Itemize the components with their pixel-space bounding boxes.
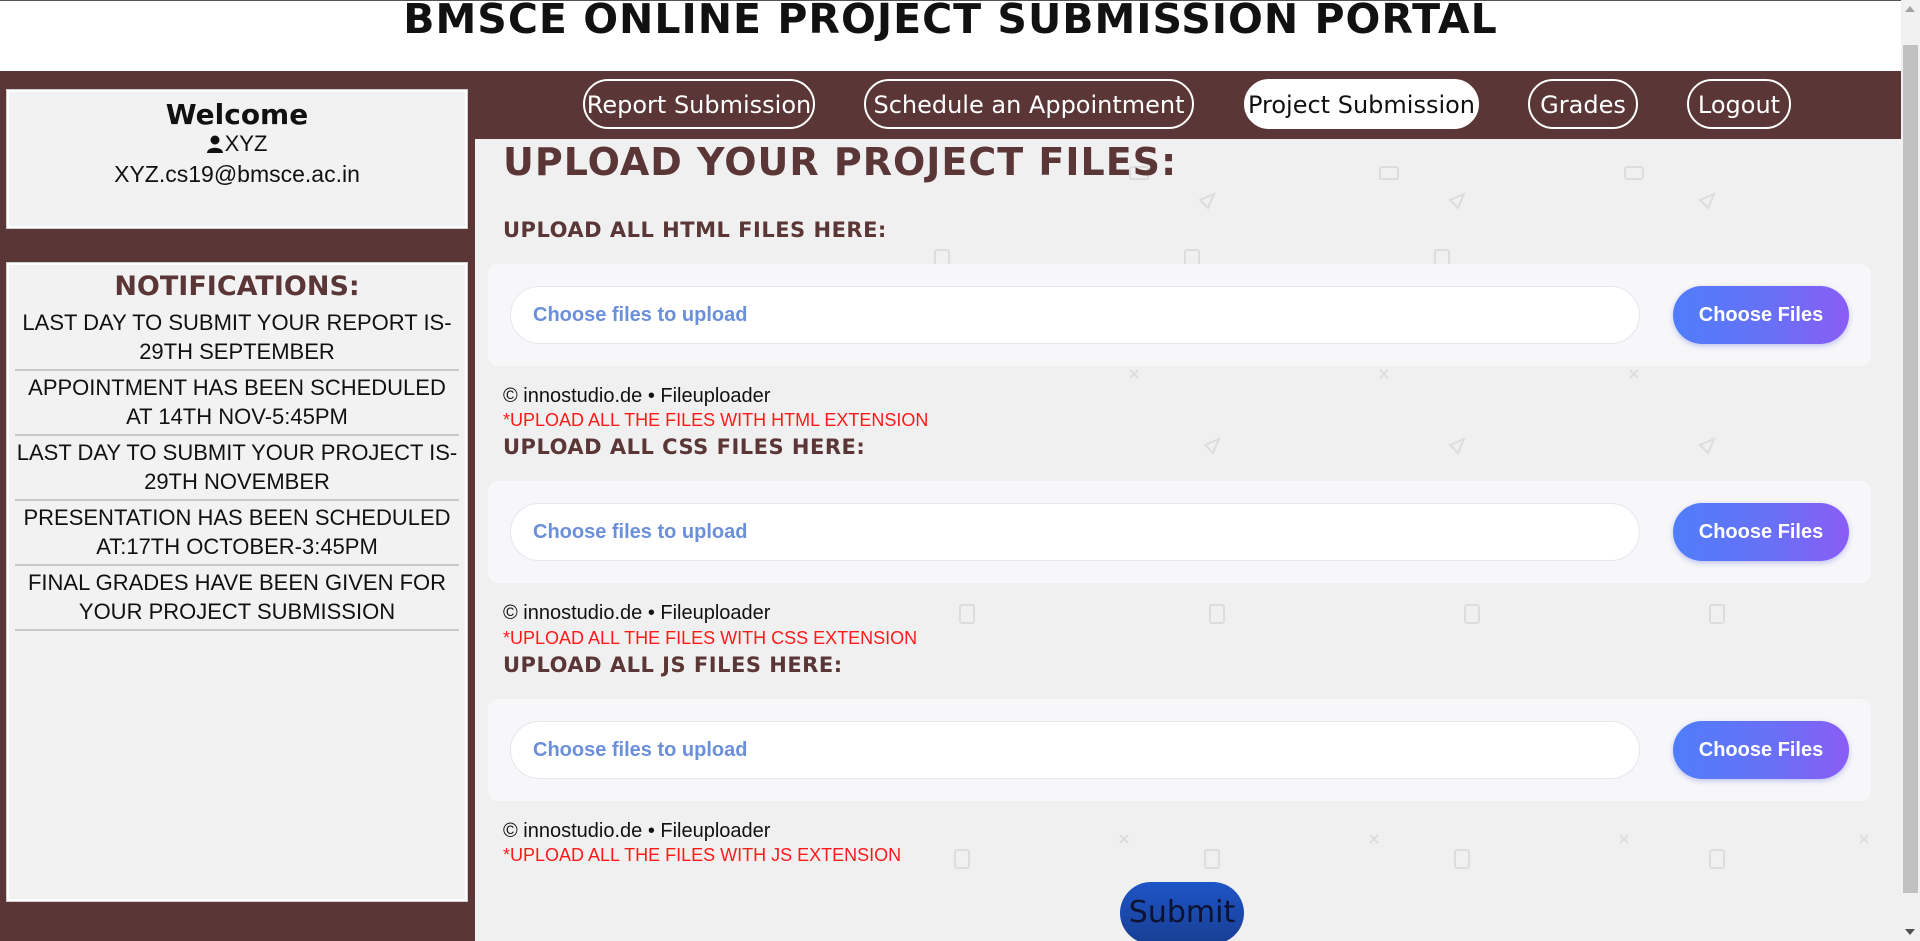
nav-report-submission[interactable]: Report Submission <box>583 79 815 129</box>
html-uploader-credit: © innostudio.de • Fileuploader <box>503 385 771 407</box>
html-uploader: Choose files to upload Choose Files <box>488 264 1871 366</box>
css-uploader-credit: © innostudio.de • Fileuploader <box>503 602 771 624</box>
user-icon <box>206 133 223 159</box>
nav-schedule-appointment[interactable]: Schedule an Appointment <box>864 79 1194 129</box>
js-uploader: Choose files to upload Choose Files <box>488 699 1871 801</box>
scroll-up-arrow-icon[interactable] <box>1905 6 1915 12</box>
welcome-panel: Welcome XYZ XYZ.cs19@bmsce.ac.in <box>6 89 468 229</box>
page: BMSCE ONLINE PROJECT SUBMISSION PORTAL R… <box>0 0 1920 941</box>
notification-item: LAST DAY TO SUBMIT YOUR PROJECT IS-29TH … <box>15 436 459 501</box>
js-uploader-credit: © innostudio.de • Fileuploader <box>503 820 771 842</box>
css-choose-files-button[interactable]: Choose Files <box>1673 503 1849 561</box>
submit-button[interactable]: Submit <box>1120 882 1244 941</box>
welcome-email: XYZ.cs19@bmsce.ac.in <box>114 161 360 187</box>
scroll-down-arrow-icon[interactable] <box>1905 929 1915 935</box>
scrollbar-thumb[interactable] <box>1903 45 1918 893</box>
vertical-scrollbar[interactable] <box>1901 0 1920 941</box>
css-upload-label: UPLOAD ALL CSS FILES HERE: <box>503 435 866 459</box>
html-upload-label: UPLOAD ALL HTML FILES HERE: <box>503 218 887 242</box>
welcome-title: Welcome <box>165 98 309 131</box>
css-file-input[interactable]: Choose files to upload <box>510 503 1640 561</box>
notification-item: LAST DAY TO SUBMIT YOUR REPORT IS-29TH S… <box>15 306 459 371</box>
js-upload-label: UPLOAD ALL JS FILES HERE: <box>503 653 843 677</box>
nav-project-submission[interactable]: Project Submission <box>1244 79 1479 129</box>
notification-item: PRESENTATION HAS BEEN SCHEDULED AT:17TH … <box>15 501 459 566</box>
html-file-input[interactable]: Choose files to upload <box>510 286 1640 344</box>
page-heading: UPLOAD YOUR PROJECT FILES: <box>503 140 1178 184</box>
js-extension-warning: *UPLOAD ALL THE FILES WITH JS EXTENSION <box>503 845 902 865</box>
notifications-panel: NOTIFICATIONS: LAST DAY TO SUBMIT YOUR R… <box>6 262 468 902</box>
nav-logout[interactable]: Logout <box>1687 79 1791 129</box>
username-text: XYZ <box>224 131 268 156</box>
nav-grades[interactable]: Grades <box>1528 79 1638 129</box>
js-choose-files-button[interactable]: Choose Files <box>1673 721 1849 779</box>
html-choose-files-button[interactable]: Choose Files <box>1673 286 1849 344</box>
css-uploader: Choose files to upload Choose Files <box>488 481 1871 583</box>
notification-item: APPOINTMENT HAS BEEN SCHEDULED AT 14TH N… <box>15 371 459 436</box>
notifications-title: NOTIFICATIONS: <box>114 271 360 302</box>
top-nav: Report Submission Schedule an Appointmen… <box>475 71 1901 139</box>
html-extension-warning: *UPLOAD ALL THE FILES WITH HTML EXTENSIO… <box>503 410 929 430</box>
top-header: BMSCE ONLINE PROJECT SUBMISSION PORTAL <box>0 0 1901 71</box>
welcome-username: XYZ <box>7 131 467 159</box>
css-extension-warning: *UPLOAD ALL THE FILES WITH CSS EXTENSION <box>503 628 918 648</box>
site-title: BMSCE ONLINE PROJECT SUBMISSION PORTAL <box>403 0 1498 43</box>
js-file-input[interactable]: Choose files to upload <box>510 721 1640 779</box>
notifications-list: LAST DAY TO SUBMIT YOUR REPORT IS-29TH S… <box>15 306 459 631</box>
notification-item: FINAL GRADES HAVE BEEN GIVEN FOR YOUR PR… <box>15 566 459 631</box>
